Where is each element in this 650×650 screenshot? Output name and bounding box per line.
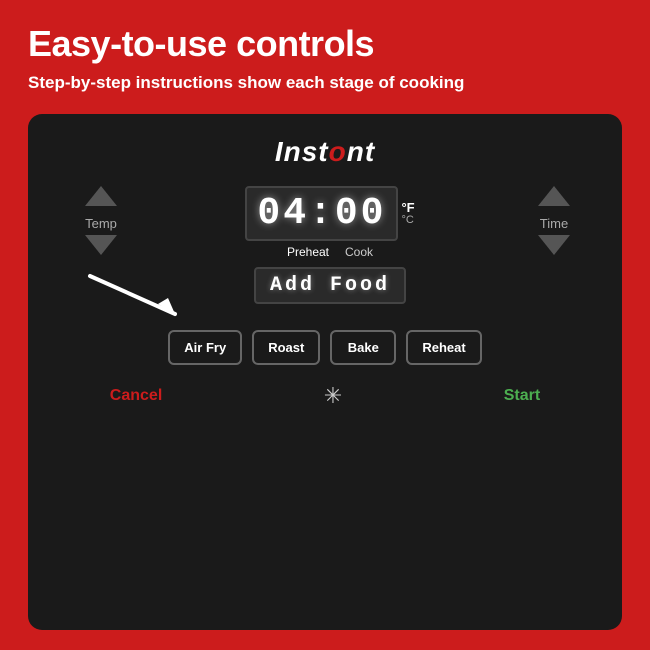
main-title: Easy-to-use controls [28, 24, 622, 64]
temp-up-button[interactable] [85, 186, 117, 206]
air-fry-button[interactable]: Air Fry [168, 330, 242, 365]
temp-unit-f: °F [401, 201, 414, 214]
temp-label: Temp [85, 216, 117, 231]
reheat-button[interactable]: Reheat [406, 330, 481, 365]
cook-label: Cook [345, 245, 373, 259]
page-container: Easy-to-use controls Step-by-step instru… [0, 0, 650, 650]
temp-section: Temp [56, 186, 146, 255]
brand-logo: Instont [275, 136, 375, 168]
arrow-pointer [70, 266, 210, 326]
device-panel: Instont Temp 04:00 °F °C Preheat [28, 114, 622, 630]
roast-button[interactable]: Roast [252, 330, 320, 365]
add-food-display: Add Food [254, 267, 406, 304]
time-section: Time [514, 186, 594, 255]
bottom-row: Cancel ✳ Start [110, 383, 540, 409]
time-down-button[interactable] [538, 235, 570, 255]
time-display: 04:00 [245, 186, 398, 241]
preheat-label: Preheat [287, 245, 329, 259]
bake-button[interactable]: Bake [330, 330, 396, 365]
start-button[interactable]: Start [504, 387, 540, 405]
cancel-button[interactable]: Cancel [110, 387, 162, 405]
subtitle: Step-by-step instructions show each stag… [28, 72, 622, 94]
mode-buttons-row: Air Fry Roast Bake Reheat [168, 330, 481, 365]
time-display-row: 04:00 °F °C [245, 186, 414, 241]
temp-down-button[interactable] [85, 235, 117, 255]
temp-unit-c: °C [401, 215, 414, 226]
time-label: Time [540, 216, 568, 231]
stage-labels: Preheat Cook [287, 245, 373, 259]
brand-o: o [329, 136, 347, 167]
light-icon[interactable]: ✳ [324, 383, 342, 409]
time-up-button[interactable] [538, 186, 570, 206]
unit-stack: °F °C [401, 201, 414, 226]
